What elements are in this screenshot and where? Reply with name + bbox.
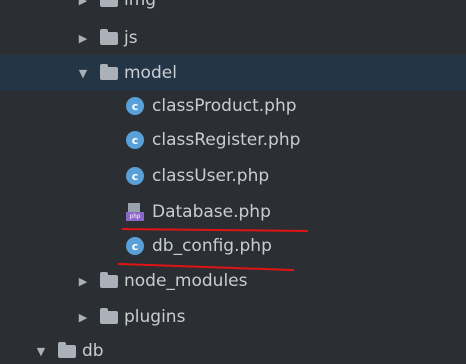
tree-item-label: model	[124, 63, 177, 83]
tree-item-classregister[interactable]: c classRegister.php	[0, 122, 466, 158]
tree-item-label: db	[82, 341, 104, 361]
chevron-right-icon[interactable]: ▶	[76, 310, 90, 324]
tree-item-label: js	[124, 28, 138, 48]
folder-icon	[100, 63, 118, 80]
folder-icon	[100, 0, 118, 7]
chevron-right-icon[interactable]: ▶	[76, 0, 90, 7]
tree-item-label: classRegister.php	[152, 130, 301, 150]
project-tree: ▶ img ▶ js ▼ model c classProduct.php c …	[0, 0, 466, 364]
folder-icon	[100, 271, 118, 288]
php-class-icon: c	[126, 131, 144, 149]
chevron-right-icon[interactable]: ▶	[76, 274, 90, 288]
tree-item-db-config[interactable]: c db_config.php	[0, 228, 466, 264]
tree-item-label: db_config.php	[152, 236, 272, 256]
tree-item-label: classUser.php	[152, 166, 270, 186]
tree-item-plugins[interactable]: ▶ plugins	[0, 299, 466, 335]
tree-item-model[interactable]: ▼ model	[0, 55, 466, 91]
tree-item-img[interactable]: ▶ img	[0, 0, 466, 18]
tree-item-label: img	[124, 0, 157, 10]
php-file-icon: php	[126, 203, 144, 221]
tree-item-classuser[interactable]: c classUser.php	[0, 158, 466, 194]
tree-item-label: classProduct.php	[152, 96, 297, 116]
tree-item-classproduct[interactable]: c classProduct.php	[0, 88, 466, 124]
php-class-icon: c	[126, 97, 144, 115]
folder-icon	[58, 341, 76, 358]
chevron-down-icon[interactable]: ▼	[76, 66, 90, 80]
chevron-right-icon[interactable]: ▶	[76, 31, 90, 45]
tree-item-js[interactable]: ▶ js	[0, 20, 466, 56]
tree-item-db[interactable]: ▼ db	[0, 333, 466, 364]
chevron-down-icon[interactable]: ▼	[34, 344, 48, 358]
folder-icon	[100, 307, 118, 324]
tree-item-database[interactable]: php Database.php	[0, 194, 466, 230]
tree-item-label: node_modules	[124, 271, 248, 291]
tree-item-label: Database.php	[152, 202, 271, 222]
tree-item-label: plugins	[124, 307, 186, 327]
php-class-icon: c	[126, 167, 144, 185]
folder-icon	[100, 28, 118, 45]
php-class-icon: c	[126, 237, 144, 255]
